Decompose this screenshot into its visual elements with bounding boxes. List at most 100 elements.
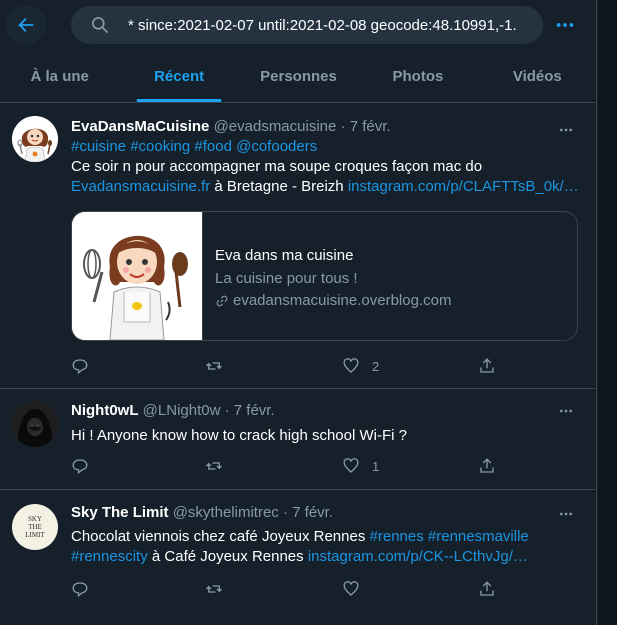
- card-image: [72, 212, 203, 340]
- share-button[interactable]: [478, 457, 496, 475]
- reply-icon: [72, 359, 88, 375]
- author-name[interactable]: Sky The Limit: [71, 504, 169, 521]
- tweet-text: Hi ! Anyone know how to crack high schoo…: [71, 427, 407, 444]
- tab-people[interactable]: Personnes: [239, 50, 358, 102]
- tab-photos[interactable]: Photos: [358, 50, 477, 102]
- cook-illustration-icon: [72, 212, 202, 340]
- back-button[interactable]: [6, 5, 46, 45]
- tweet[interactable]: Night0wL @LNight0w · 7 févr. Hi ! Anyone…: [0, 389, 596, 490]
- cook-avatar-icon: [12, 116, 58, 162]
- reply-button[interactable]: [71, 580, 101, 598]
- separator: ·: [282, 504, 288, 521]
- reply-button[interactable]: [71, 357, 101, 375]
- tweet-content: EvaDansMaCuisine @evadsmacuisine · 7 fév…: [71, 117, 583, 197]
- tweet-line-links: Evadansmacuisine.fr à Bretagne - Breizh …: [71, 177, 583, 197]
- avatar[interactable]: [12, 116, 58, 162]
- avatar[interactable]: SKY THE LIMIT: [12, 504, 58, 550]
- search-icon: [92, 17, 108, 33]
- like-button[interactable]: 1: [342, 457, 379, 475]
- heart-icon: [343, 581, 359, 596]
- tweet-actions: 1: [71, 457, 511, 477]
- avatar-text-line: SKY: [27, 515, 42, 523]
- tweet-content: Sky The Limit @skythelimitrec · 7 févr. …: [71, 503, 583, 567]
- location-text: à Bretagne - Breizh: [210, 178, 348, 195]
- instagram-link[interactable]: instagram.com/p/CLAFTTsB_0k/…: [348, 178, 579, 195]
- hashtag[interactable]: #rennescity: [71, 548, 148, 565]
- share-icon: [480, 581, 494, 596]
- tweet-actions: 2: [71, 357, 511, 377]
- tweet-date[interactable]: 7 févr.: [292, 504, 333, 521]
- author-name[interactable]: EvaDansMaCuisine: [71, 118, 209, 135]
- search-box[interactable]: [71, 6, 543, 44]
- retweet-button[interactable]: [205, 457, 235, 475]
- tweet-more-button[interactable]: [551, 401, 581, 421]
- tweet-line: #rennescity à Café Joyeux Rennes instagr…: [71, 547, 583, 567]
- card-domain-text: evadansmacuisine.overblog.com: [233, 292, 452, 309]
- like-button[interactable]: [342, 580, 372, 598]
- tweet-date[interactable]: 7 févr.: [350, 118, 391, 135]
- share-icon: [480, 358, 494, 373]
- tweet[interactable]: EvaDansMaCuisine @evadsmacuisine · 7 fév…: [0, 104, 596, 389]
- more-options-button[interactable]: [545, 5, 585, 45]
- retweet-icon: [206, 585, 222, 593]
- heart-icon: [343, 458, 359, 473]
- retweet-button[interactable]: [205, 580, 235, 598]
- link-icon: [216, 295, 228, 306]
- retweet-icon: [206, 362, 222, 370]
- more-horizontal-icon: [560, 128, 572, 132]
- retweet-button[interactable]: [205, 357, 235, 375]
- share-button[interactable]: [478, 357, 496, 375]
- right-scroll-area: [598, 0, 617, 625]
- reply-button[interactable]: [71, 457, 101, 475]
- more-horizontal-icon: [560, 512, 572, 516]
- reply-icon: [72, 459, 88, 475]
- link-card[interactable]: Eva dans ma cuisine La cuisine pour tous…: [71, 211, 578, 341]
- tweet-body-text: Chocolat viennois chez café Joyeux Renne…: [71, 528, 370, 545]
- main-column: À la une Récent Personnes Photos Vidéos …: [0, 0, 597, 625]
- like-count: 1: [372, 458, 380, 474]
- arrow-left-icon: [18, 17, 34, 33]
- hooded-figure-icon: [12, 401, 58, 447]
- tweet-header: Sky The Limit @skythelimitrec · 7 févr.: [71, 503, 583, 523]
- tweet-text: #cuisine #cooking #food @cofooders Ce so…: [71, 137, 583, 197]
- tweet-content: Night0wL @LNight0w · 7 févr. Hi ! Anyone…: [71, 401, 583, 446]
- tab-top[interactable]: À la une: [0, 50, 119, 102]
- more-horizontal-icon: [560, 409, 572, 413]
- tweet-header: Night0wL @LNight0w · 7 févr.: [71, 401, 583, 421]
- search-header: [0, 0, 596, 50]
- like-count: 2: [372, 358, 380, 374]
- author-handle[interactable]: @skythelimitrec: [173, 504, 279, 521]
- tweet-text: Chocolat viennois chez café Joyeux Renne…: [71, 527, 583, 567]
- more-horizontal-icon: [556, 23, 574, 27]
- tweet-actions: [71, 580, 511, 600]
- tweet-more-button[interactable]: [551, 120, 581, 140]
- hashtags[interactable]: #rennes #rennesmaville: [370, 528, 529, 545]
- tweet[interactable]: SKY THE LIMIT Sky The Limit @skythelimit…: [0, 490, 596, 625]
- separator: ·: [224, 402, 230, 419]
- share-button[interactable]: [478, 580, 496, 598]
- reply-icon: [72, 582, 88, 598]
- author-handle[interactable]: @evadsmacuisine: [214, 118, 337, 135]
- tweet-date[interactable]: 7 févr.: [234, 402, 275, 419]
- search-input[interactable]: [128, 16, 543, 34]
- card-title: Eva dans ma cuisine: [215, 247, 354, 264]
- retweet-icon: [206, 462, 222, 470]
- card-description: La cuisine pour tous !: [215, 270, 358, 287]
- card-domain: evadansmacuisine.overblog.com: [215, 292, 451, 309]
- author-handle[interactable]: @LNight0w: [143, 402, 221, 419]
- avatar-text-line: LIMIT: [25, 531, 45, 539]
- location-text: à Café Joyeux Rennes: [147, 548, 308, 565]
- heart-icon: [343, 358, 359, 373]
- tweet-header: EvaDansMaCuisine @evadsmacuisine · 7 fév…: [71, 117, 583, 137]
- tweet-line: Chocolat viennois chez café Joyeux Renne…: [71, 527, 583, 547]
- hashtags[interactable]: #cuisine #cooking #food @cofooders: [71, 137, 583, 157]
- instagram-link[interactable]: instagram.com/p/CK--LCthvJg/…: [308, 548, 528, 565]
- tweet-link[interactable]: Evadansmacuisine.fr: [71, 178, 210, 195]
- tab-videos[interactable]: Vidéos: [478, 50, 596, 102]
- author-name[interactable]: Night0wL: [71, 402, 139, 419]
- tweet-more-button[interactable]: [551, 504, 581, 524]
- tab-latest[interactable]: Récent: [119, 50, 238, 102]
- like-button[interactable]: 2: [342, 357, 379, 375]
- avatar[interactable]: [12, 401, 58, 447]
- share-icon: [480, 458, 494, 473]
